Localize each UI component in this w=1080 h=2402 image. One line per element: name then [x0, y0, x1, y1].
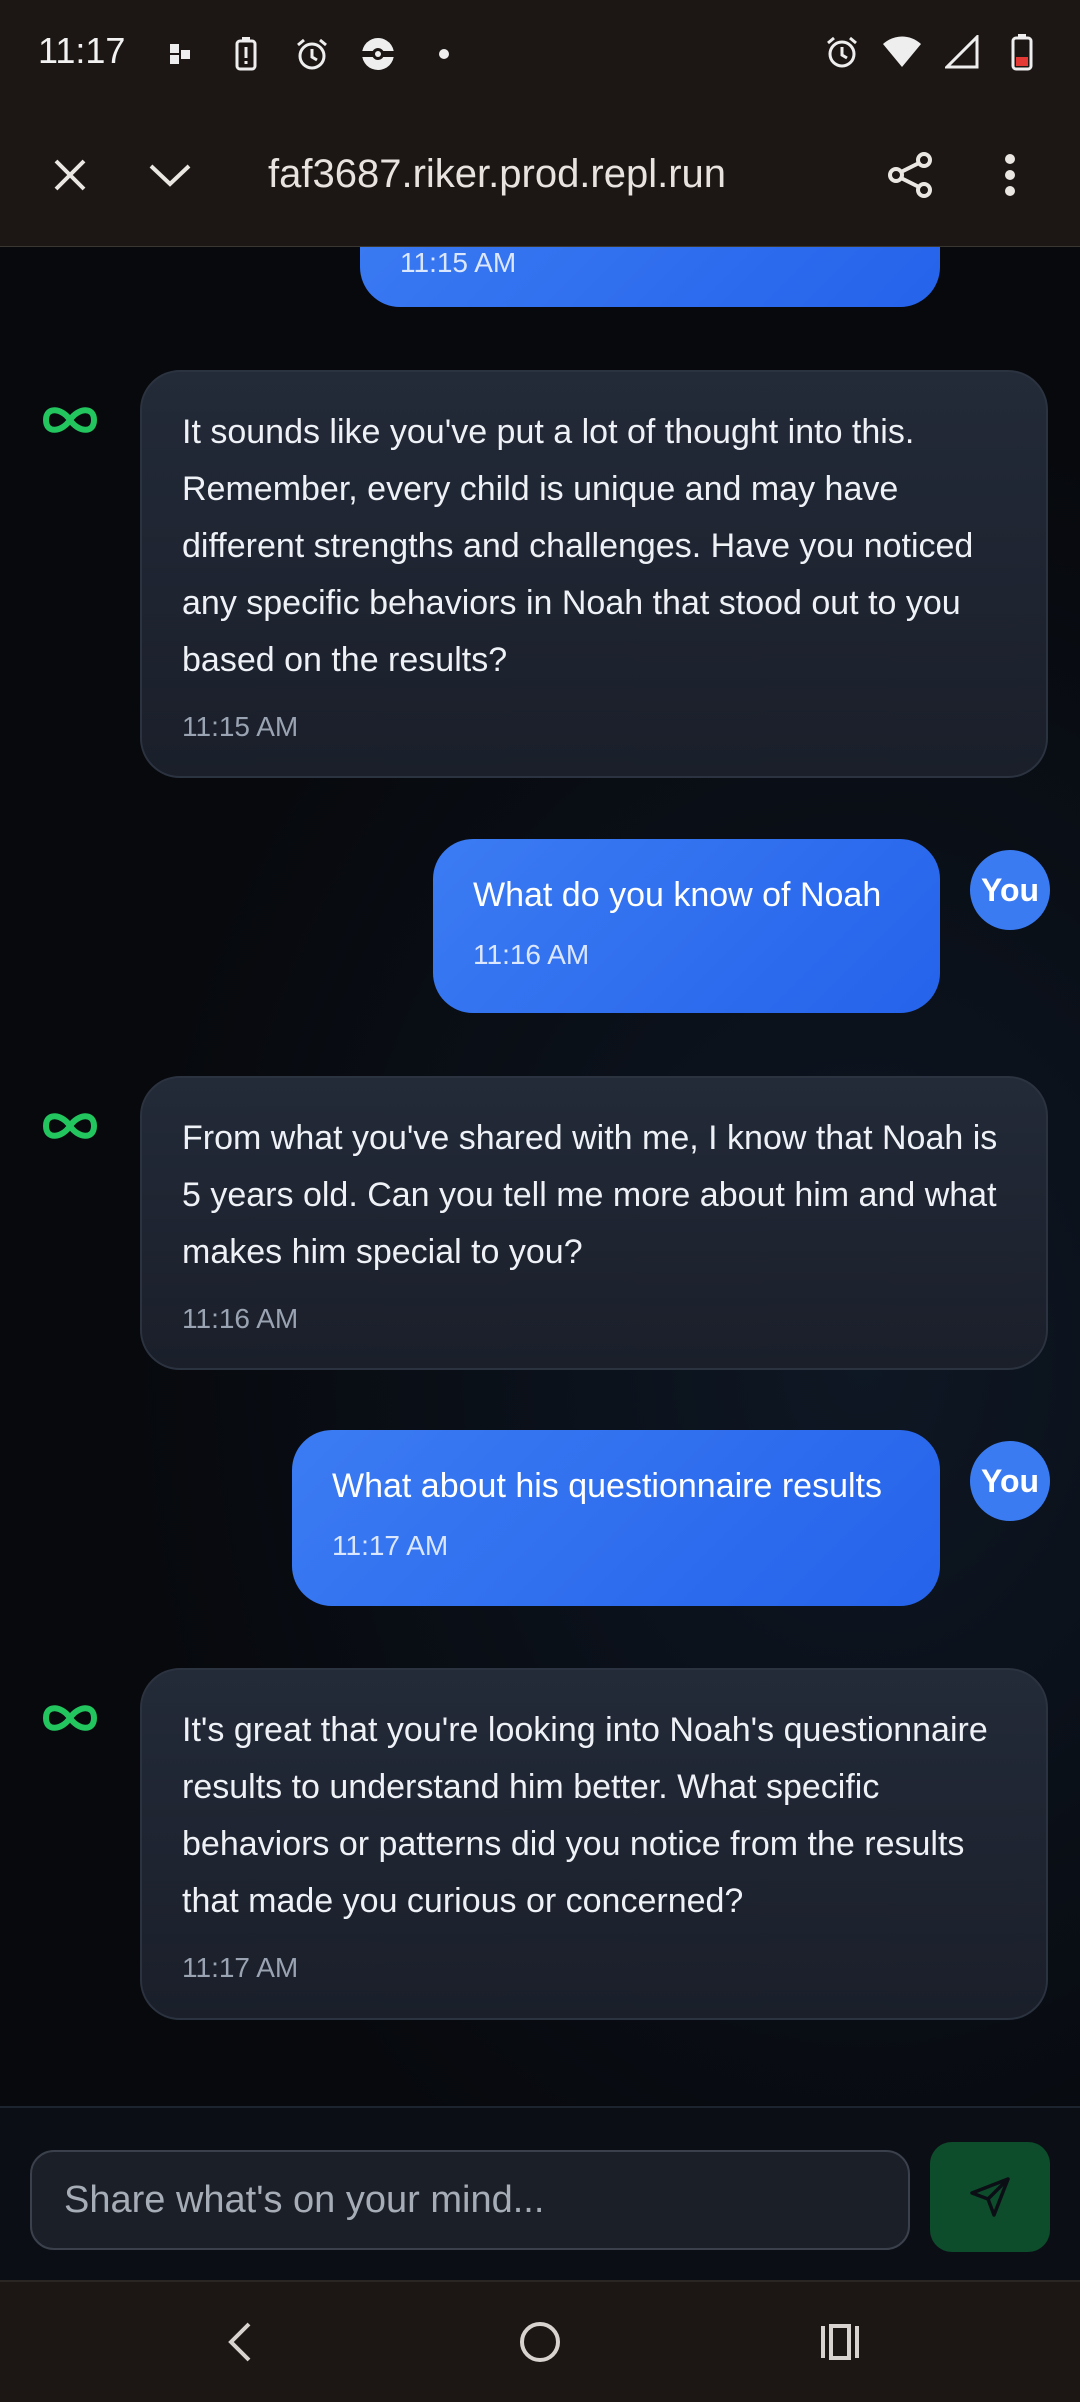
message-time: 11:16 AM	[473, 939, 590, 970]
message-composer	[0, 2106, 1080, 2280]
browser-toolbar: faf3687.riker.prod.repl.run	[0, 104, 1080, 248]
app-notification-icon	[160, 34, 200, 74]
alarm-icon	[822, 32, 862, 72]
battery-icon	[1002, 32, 1042, 72]
message-time: 11:17 AM	[182, 1952, 299, 1983]
pokeball-icon	[358, 34, 398, 74]
assistant-message-bubble: It sounds like you've put a lot of thoug…	[140, 370, 1048, 778]
notification-icons	[160, 34, 464, 74]
avatar: You	[970, 850, 1050, 930]
message-time: 11:15 AM	[400, 247, 517, 278]
infinity-icon	[42, 1705, 98, 1731]
system-icons	[822, 32, 1042, 72]
alarm-icon	[292, 34, 332, 74]
message-text: What about his questionnaire results	[332, 1467, 882, 1505]
assistant-message-bubble: From what you've shared with me, I know …	[140, 1076, 1048, 1370]
message-text: From what you've shared with me, I know …	[182, 1119, 998, 1271]
status-bar: 11:17	[0, 0, 1080, 104]
user-message-bubble: 11:15 AM	[360, 247, 940, 307]
message-text: It's great that you're looking into Noah…	[182, 1711, 988, 1920]
message-text: What do you know of Noah	[473, 876, 882, 914]
close-icon	[54, 159, 86, 191]
status-time: 11:17	[38, 30, 126, 71]
more-vert-icon	[1005, 154, 1015, 196]
avatar: You	[970, 1441, 1050, 1521]
send-button[interactable]	[930, 2142, 1050, 2252]
message-time: 11:17 AM	[332, 1530, 449, 1561]
recents-icon	[821, 2324, 859, 2360]
user-message-bubble: What do you know of Noah 11:16 AM	[433, 839, 940, 1013]
share-icon	[888, 152, 932, 198]
more-options-button[interactable]	[970, 135, 1050, 215]
system-navigation-bar	[0, 2280, 1080, 2402]
message-text: It sounds like you've put a lot of thoug…	[182, 413, 974, 679]
message-time: 11:15 AM	[182, 711, 299, 742]
wifi-icon	[882, 32, 922, 72]
chat-area[interactable]: 11:15 AM It sounds like you've put a lot…	[0, 247, 1080, 2105]
battery-alert-icon	[226, 34, 266, 74]
user-message-bubble: What about his questionnaire results 11:…	[292, 1430, 940, 1606]
message-input[interactable]	[62, 2177, 878, 2223]
send-icon	[970, 2177, 1010, 2217]
recents-button[interactable]	[800, 2302, 880, 2382]
chevron-down-icon	[149, 164, 191, 187]
assistant-message-bubble: It's great that you're looking into Noah…	[140, 1668, 1048, 2020]
home-icon	[520, 2322, 560, 2362]
close-tab-button[interactable]	[30, 135, 110, 215]
back-button[interactable]	[200, 2302, 280, 2382]
infinity-icon	[42, 1113, 98, 1139]
signal-icon	[942, 32, 982, 72]
home-button[interactable]	[500, 2302, 580, 2382]
dot-icon	[424, 34, 464, 74]
share-button[interactable]	[870, 135, 950, 215]
minimize-button[interactable]	[130, 135, 210, 215]
infinity-icon	[42, 407, 98, 433]
message-time: 11:16 AM	[182, 1303, 299, 1334]
url-text[interactable]: faf3687.riker.prod.repl.run	[268, 152, 788, 197]
back-icon	[228, 2322, 251, 2362]
message-input-wrapper[interactable]	[30, 2150, 910, 2250]
